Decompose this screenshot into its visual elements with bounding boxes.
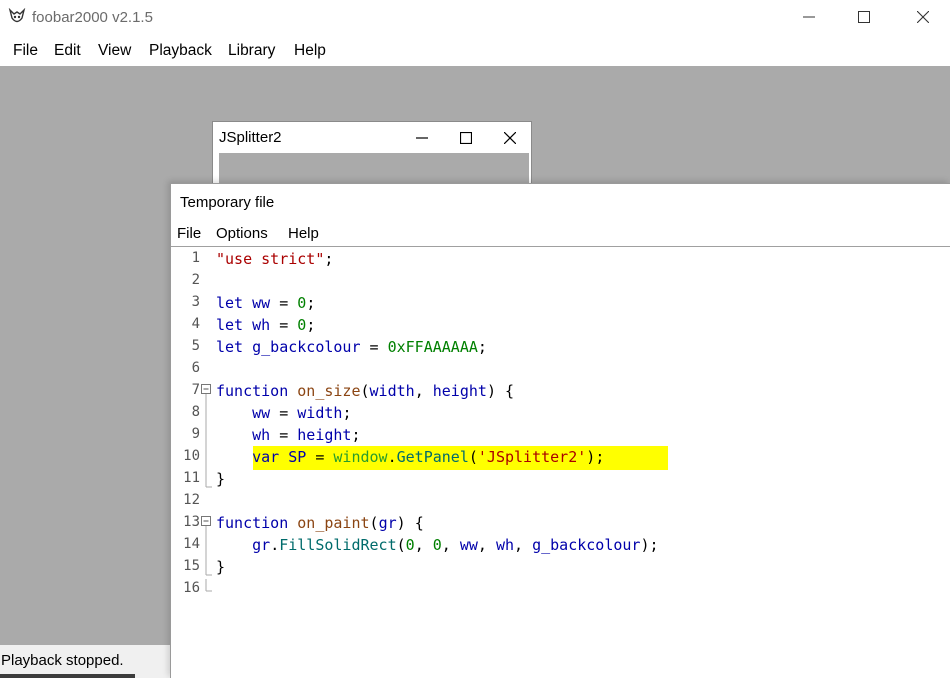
line-number: 5 [191,338,200,354]
close-icon [504,132,516,144]
line-source: let wh = 0; [216,316,316,334]
title-bar: foobar2000 v2.1.5 [0,0,950,36]
menu-file[interactable]: File [13,42,38,60]
line-source: var SP = window.GetPanel('JSplitter2'); [252,448,605,466]
code-line[interactable]: 4 let wh = 0; [171,314,950,336]
line-source: "use strict"; [216,250,334,268]
maximize-button[interactable] [841,0,887,34]
line-source: } [216,558,226,576]
line-number: 1 [191,250,200,266]
code-line[interactable]: 7 function on_size(width, height) { [171,380,950,402]
line-source: let g_backcolour = 0xFFAAAAAA; [216,338,487,356]
code-line[interactable]: 13 function on_paint(gr) { [171,512,950,534]
jsplitter-title: JSplitter2 [219,129,282,146]
line-number: 10 [183,448,200,464]
line-source: wh = height; [252,426,361,444]
close-button[interactable] [900,0,946,34]
line-number: 12 [183,492,200,508]
minimize-icon [803,16,815,18]
code-line[interactable]: 9 wh = height; [171,424,950,446]
window-title: foobar2000 v2.1.5 [32,9,153,26]
code-line[interactable]: 2 [171,270,950,292]
jsplitter-close-button[interactable] [500,128,520,148]
main-menu-bar: File Edit View Playback Library Help [0,36,950,66]
line-source: let ww = 0; [216,294,316,312]
menu-playback[interactable]: Playback [149,42,212,60]
code-line[interactable]: 3 let ww = 0; [171,292,950,314]
code-line[interactable]: 11} [171,468,950,490]
fold-gutter-1 [201,384,212,488]
line-number: 15 [183,558,200,574]
line-source: ww = width; [252,404,352,422]
line-number: 4 [191,316,200,332]
status-text: Playback stopped. [1,652,124,669]
menu-library[interactable]: Library [228,42,275,60]
code-line[interactable]: 8 ww = width; [171,402,950,424]
menu-view[interactable]: View [98,42,131,60]
line-number: 11 [183,470,200,486]
code-line[interactable]: 15} [171,556,950,578]
line-number: 13 [183,514,200,530]
line-number: 3 [191,294,200,310]
editor-title: Temporary file [180,194,275,211]
fold-gutter-2 [201,516,212,592]
line-number: 6 [191,360,200,376]
line-number: 9 [191,426,200,442]
menu-help[interactable]: Help [294,42,326,60]
seek-bar[interactable] [0,674,135,678]
code-line[interactable]: 1 "use strict"; [171,248,950,270]
code-line[interactable]: 10 var SP = window.GetPanel('JSplitter2'… [171,446,950,470]
editor-menu-options[interactable]: Options [216,225,268,242]
line-source: } [216,470,226,488]
editor-menu-help[interactable]: Help [288,225,319,242]
line-source: function on_paint(gr) { [216,514,424,532]
editor-menu-file[interactable]: File [177,225,201,242]
line-number: 7 [191,382,200,398]
editor-menu-bar: File Options Help [171,222,950,246]
jsplitter-maximize-button[interactable] [456,128,476,148]
line-source: function on_size(width, height) { [216,382,515,400]
line-source: gr.FillSolidRect(0, 0, ww, wh, g_backcol… [252,536,659,554]
menu-separator [171,246,950,247]
code-line[interactable]: 16 [171,578,950,600]
line-number: 14 [183,536,200,552]
foobar-app-icon [8,8,26,23]
line-number: 16 [183,580,200,596]
line-number: 2 [191,272,200,288]
minimize-button[interactable] [786,0,832,34]
minimize-icon [416,137,428,139]
line-number: 8 [191,404,200,420]
jsplitter-minimize-button[interactable] [412,128,432,148]
code-line[interactable]: 12 [171,490,950,512]
code-line[interactable]: 14 gr.FillSolidRect(0, 0, ww, wh, g_back… [171,534,950,556]
maximize-icon [460,132,472,144]
close-icon [917,11,929,23]
script-editor-window: Temporary file File Options Help 1 "use s… [170,183,950,678]
code-line[interactable]: 5 let g_backcolour = 0xFFAAAAAA; [171,336,950,358]
code-line[interactable]: 6 [171,358,950,380]
menu-edit[interactable]: Edit [54,42,81,60]
maximize-icon [858,11,870,23]
